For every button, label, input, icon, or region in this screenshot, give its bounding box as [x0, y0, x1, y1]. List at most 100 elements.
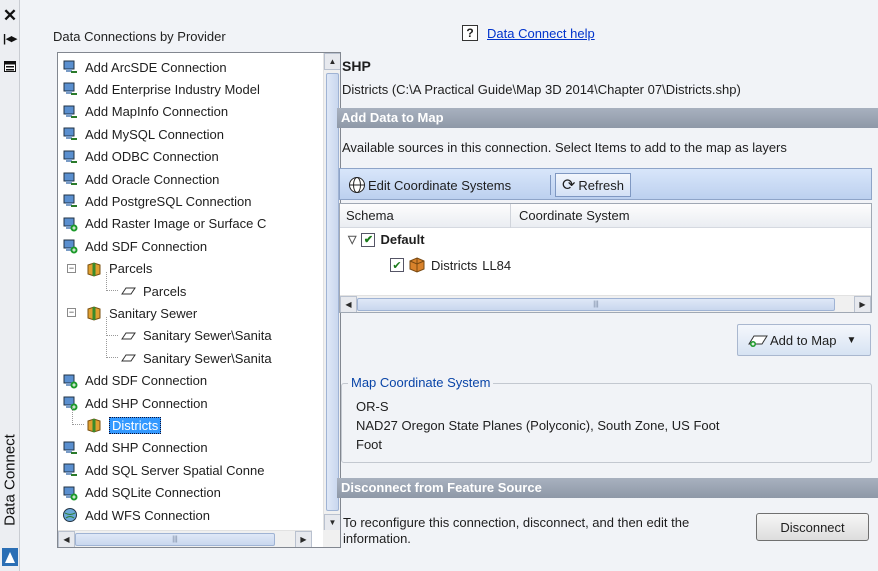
grid-scroll-right-icon[interactable]: ▶	[854, 296, 871, 312]
tree-item[interactable]: Add SDF Connection	[62, 235, 207, 257]
scroll-left-icon[interactable]: ◀	[58, 531, 75, 547]
scroll-up-icon[interactable]: ▲	[324, 53, 340, 70]
source-grid: Schema Coordinate System ▽ ✔ Default ✔ D…	[339, 203, 872, 313]
tree-item[interactable]: Add ODBC Connection	[62, 146, 219, 168]
tree-item[interactable]: Add Oracle Connection	[62, 168, 219, 190]
add-data-toolbar: Edit Coordinate Systems ⟳ Refresh	[339, 168, 872, 200]
tree-horizontal-scrollbar[interactable]: ◀ ||| ▶	[58, 530, 312, 547]
scroll-right-icon[interactable]: ▶	[295, 531, 312, 547]
hscroll-thumb[interactable]: |||	[75, 533, 275, 546]
disconnect-instructions: To reconfigure this connection, disconne…	[343, 515, 690, 546]
tree-item[interactable]: Parcels	[86, 258, 152, 280]
collapse-toggle-icon[interactable]: −	[67, 308, 76, 318]
properties-icon[interactable]	[0, 56, 20, 76]
data-provider-icon	[63, 463, 77, 477]
scroll-thumb[interactable]	[326, 73, 339, 511]
data-provider-icon	[63, 150, 77, 163]
tree-item[interactable]: Sanitary Sewer\Sanita	[120, 347, 272, 369]
tree-item[interactable]: Sanitary Sewer\Sanita	[120, 325, 272, 347]
schema-column-header[interactable]: Schema	[346, 208, 394, 223]
edit-cs-label: Edit Coordinate Systems	[368, 177, 512, 193]
tree-item-label: Add MapInfo Connection	[85, 104, 229, 120]
close-icon[interactable]: ✕	[0, 6, 20, 26]
refresh-label: Refresh	[578, 177, 624, 193]
tree-item[interactable]: Parcels	[120, 280, 186, 302]
tree-item-label: Add SDF Connection	[85, 238, 208, 254]
feature-class-icon	[121, 287, 136, 295]
schema-row[interactable]: ▽ ✔ Default	[348, 232, 425, 247]
scroll-down-icon[interactable]: ▼	[324, 514, 340, 531]
data-provider-icon	[63, 105, 77, 118]
tree-item-label: Sanitary Sewer\Sanita	[143, 328, 272, 344]
autodesk-logo-icon	[2, 548, 18, 566]
tree-item-label: Add ArcSDE Connection	[85, 59, 227, 75]
data-provider-icon	[63, 127, 77, 141]
tree-item[interactable]: Sanitary Sewer	[86, 302, 197, 324]
grid-hscroll-thumb[interactable]: |||	[357, 298, 835, 311]
refresh-button[interactable]: ⟳ Refresh	[555, 173, 631, 197]
schema-checkbox[interactable]: ✔	[361, 232, 376, 247]
tree-connector-line	[106, 316, 118, 336]
feature-source-icon	[87, 262, 101, 277]
tree-item-label: Sanitary Sewer\Sanita	[143, 350, 272, 366]
tree-item[interactable]: Add MapInfo Connection	[62, 101, 228, 123]
globe-icon	[349, 177, 365, 193]
tree-item-label: Add ODBC Connection	[85, 149, 219, 165]
data-provider-icon	[63, 217, 78, 232]
tree-item-label: Sanitary Sewer	[109, 305, 198, 321]
tree-item[interactable]: Add MySQL Connection	[62, 123, 224, 145]
tree-item[interactable]: Add SDF Connection	[62, 370, 207, 392]
feature-checkbox[interactable]: ✔	[390, 258, 404, 272]
add-layer-icon	[748, 335, 768, 347]
tree-item[interactable]: Add SHP Connection	[62, 437, 208, 459]
provider-tree: Add ArcSDE Connection Add Enterprise Indu…	[57, 52, 341, 548]
add-data-section-header: Add Data to Map	[337, 108, 878, 128]
tree-connector-line	[106, 272, 118, 291]
tree-item[interactable]: Add WFS Connection	[62, 504, 210, 526]
tree-item-label: Districts	[109, 416, 162, 434]
tree-item-label: Add Enterprise Industry Model	[85, 81, 260, 97]
autohide-icon[interactable]: |◂▸	[0, 28, 20, 48]
tree-connector-line	[72, 406, 84, 426]
help-icon[interactable]: ?	[462, 25, 478, 41]
disconnect-button[interactable]: Disconnect	[756, 513, 869, 541]
instructions-text: Available sources in this connection. Se…	[342, 140, 787, 155]
tree-item-label: Add SQL Server Spatial Conne	[85, 462, 265, 478]
data-provider-icon	[63, 194, 77, 208]
feature-class-icon	[121, 354, 136, 362]
dropdown-arrow-icon[interactable]: ▼	[847, 335, 857, 346]
tree-item[interactable]: Add SQL Server Spatial Conne	[62, 459, 264, 481]
palette-title: Data Connect	[1, 434, 19, 526]
wfs-provider-icon	[63, 508, 77, 522]
help-link-row: ? Data Connect help	[462, 25, 595, 41]
tree-title: Data Connections by Provider	[53, 29, 226, 44]
tree-item[interactable]: Districts	[86, 414, 162, 436]
connection-name: SHP	[342, 58, 371, 74]
map-cs-description: NAD27 Oregon State Planes (Polyconic), S…	[356, 418, 720, 433]
tree-item[interactable]: Add Enterprise Industry Model	[62, 78, 260, 100]
tree-item[interactable]: Add SQLite Connection	[62, 482, 221, 504]
tree-item[interactable]: Add ArcSDE Connection	[62, 56, 227, 78]
grid-scroll-left-icon[interactable]: ◀	[340, 296, 357, 312]
tree-item-label: Add Raster Image or Surface C	[85, 216, 267, 232]
tree-item-label: Add Oracle Connection	[85, 171, 220, 187]
edit-coordinate-systems-button[interactable]: Edit Coordinate Systems	[342, 173, 517, 197]
data-provider-icon	[63, 239, 78, 254]
grid-horizontal-scrollbar[interactable]: ◀ ||| ▶	[340, 295, 871, 312]
tree-connector-line	[106, 339, 118, 359]
tree-item-label: Add MySQL Connection	[85, 126, 224, 142]
data-provider-icon	[63, 82, 77, 96]
tree-item[interactable]: Add PostgreSQL Connection	[62, 190, 251, 212]
add-to-map-button[interactable]: Add to Map ▼	[737, 324, 871, 356]
collapse-icon[interactable]: ▽	[348, 233, 356, 246]
data-connect-help-link[interactable]: Data Connect help	[487, 26, 595, 41]
cs-column-header[interactable]: Coordinate System	[510, 204, 630, 228]
map-coordinate-system-group: Map Coordinate System OR-S NAD27 Oregon …	[341, 375, 872, 463]
feature-name: Districts	[431, 257, 478, 273]
feature-source-icon	[87, 306, 101, 321]
feature-row[interactable]: ✔ Districts LL84	[390, 257, 511, 273]
collapse-toggle-icon[interactable]: −	[67, 263, 76, 273]
data-provider-icon	[63, 172, 77, 185]
tree-item-label: Add SDF Connection	[85, 373, 208, 389]
tree-item[interactable]: Add Raster Image or Surface C	[62, 213, 266, 235]
